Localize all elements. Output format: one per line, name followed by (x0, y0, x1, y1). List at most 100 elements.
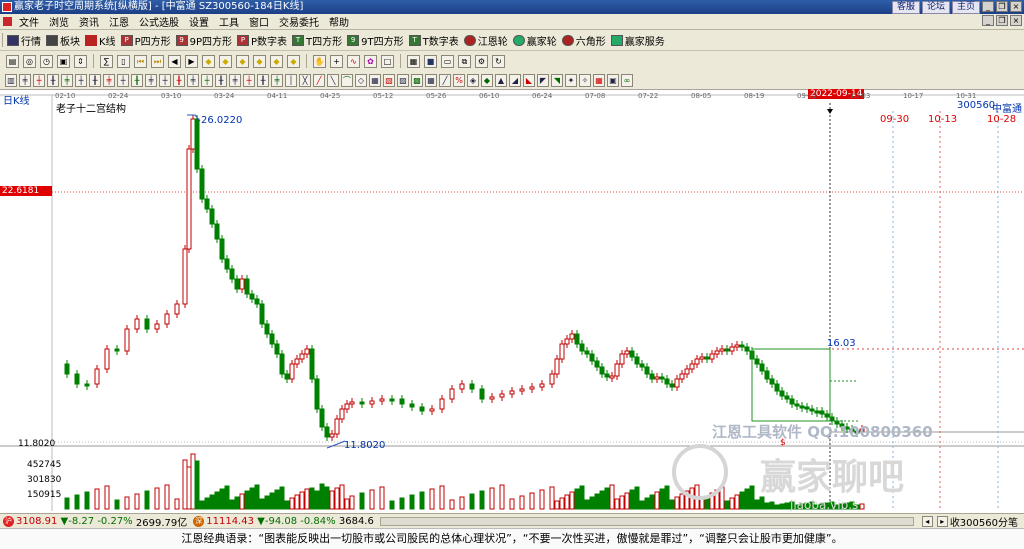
mdi-close-icon[interactable]: × (1010, 15, 1022, 26)
t-number-table-button[interactable]: T T数字表 (408, 33, 459, 48)
draw-tool-icon[interactable]: ╱ (313, 73, 325, 87)
9p-square-button[interactable]: 9 9P四方形 (175, 33, 232, 48)
draw-tool-icon[interactable]: ◥ (551, 73, 563, 87)
status-scrollbar[interactable] (379, 517, 914, 526)
draw-tool-icon[interactable]: ┼ (33, 73, 45, 87)
calc-icon[interactable]: ∑ (100, 54, 113, 68)
menu-tools[interactable]: 工具 (214, 14, 244, 29)
draw-tool-icon[interactable]: ╫ (89, 73, 101, 87)
arrow-icon[interactable]: ⇕ (74, 54, 87, 68)
draw-tool-icon[interactable]: ◤ (537, 73, 549, 87)
diamond-icon[interactable]: ◆ (219, 54, 232, 68)
draw-tool-icon[interactable]: ╪ (61, 73, 73, 87)
draw-tool-icon[interactable]: ▧ (383, 73, 395, 87)
draw-tool-icon[interactable]: ⌒ (341, 73, 353, 87)
draw-tool-icon[interactable]: ▣ (607, 73, 619, 87)
diamond-icon[interactable]: ◆ (270, 54, 283, 68)
window-icon[interactable]: ▭ (441, 54, 454, 68)
draw-tool-icon[interactable]: ▦ (369, 73, 381, 87)
history-icon[interactable]: ◷ (40, 54, 53, 68)
p-number-table-button[interactable]: P P数字表 (237, 33, 287, 48)
draw-tool-icon[interactable]: ╪ (145, 73, 157, 87)
winner-service-button[interactable]: 赢家服务 (610, 33, 665, 48)
draw-tool-icon[interactable]: ▩ (411, 73, 423, 87)
homepage-link[interactable]: 主页 (951, 1, 980, 14)
zoom-icon[interactable]: ◎ (23, 54, 36, 68)
close-icon[interactable]: × (1010, 1, 1022, 12)
draw-tool-icon[interactable]: % (453, 73, 465, 87)
draw-tool-icon[interactable]: ╪ (187, 73, 199, 87)
layout-icon[interactable]: ▤ (6, 54, 19, 68)
draw-tool-icon[interactable]: ╫ (173, 73, 185, 87)
refresh-icon[interactable]: ↻ (492, 54, 505, 68)
box-icon[interactable]: □ (381, 54, 394, 68)
draw-tool-icon[interactable]: ╲ (327, 73, 339, 87)
draw-tool-icon[interactable]: ∞ (621, 73, 633, 87)
draw-tool-icon[interactable]: ▲ (495, 73, 507, 87)
app-menu-icon[interactable] (3, 17, 12, 26)
kline-button[interactable]: K线 (85, 33, 116, 48)
draw-tool-icon[interactable]: ╪ (19, 73, 31, 87)
menu-help[interactable]: 帮助 (324, 14, 354, 29)
menu-gann[interactable]: 江恩 (104, 14, 134, 29)
diamond-icon[interactable]: ◆ (202, 54, 215, 68)
p-square-button[interactable]: P P四方形 (120, 33, 171, 48)
draw-tool-icon[interactable]: ▦ (425, 73, 437, 87)
draw-tool-icon[interactable]: ┼ (243, 73, 255, 87)
draw-tool-icon[interactable]: ✦ (565, 73, 577, 87)
hand-icon[interactable]: ✋ (313, 54, 326, 68)
draw-tool-icon[interactable]: ✧ (579, 73, 591, 87)
last-icon[interactable]: ⏭ (151, 54, 164, 68)
service-link[interactable]: 客服 (891, 1, 920, 14)
menu-info[interactable]: 资讯 (74, 14, 104, 29)
mdi-minimize-icon[interactable]: _ (982, 15, 994, 26)
draw-tool-icon[interactable]: ┼ (159, 73, 171, 87)
lock-icon[interactable]: ▣ (57, 54, 70, 68)
draw-tool-icon[interactable]: ╪ (229, 73, 241, 87)
status-scroll-right-icon[interactable]: ▸ (936, 516, 948, 527)
restore-icon[interactable]: ❐ (996, 1, 1008, 12)
diamond-icon[interactable]: ◆ (253, 54, 266, 68)
draw-tool-icon[interactable]: ╫ (47, 73, 59, 87)
draw-tool-icon[interactable]: ◆ (481, 73, 493, 87)
mdi-restore-icon[interactable]: ❐ (996, 15, 1008, 26)
9t-square-button[interactable]: 9 9T四方形 (347, 33, 404, 48)
draw-tool-icon[interactable]: ╪ (103, 73, 115, 87)
menu-browse[interactable]: 浏览 (44, 14, 74, 29)
draw-tool-icon[interactable]: ┼ (201, 73, 213, 87)
draw-tool-icon[interactable]: │ (285, 73, 297, 87)
sector-button[interactable]: 板块 (46, 33, 80, 48)
hexagon-button[interactable]: 六角形 (561, 33, 606, 48)
diamond-icon[interactable]: ◆ (236, 54, 249, 68)
winner-wheel-button[interactable]: 赢家轮 (512, 33, 557, 48)
draw-tool-icon[interactable]: ┼ (117, 73, 129, 87)
forum-link[interactable]: 论坛 (921, 1, 950, 14)
quotes-button[interactable]: 行情 (7, 33, 41, 48)
draw-tool-icon[interactable]: ◇ (355, 73, 367, 87)
menu-trade[interactable]: 交易委托 (274, 14, 324, 29)
cross-icon[interactable]: + (330, 54, 343, 68)
link-icon[interactable]: ⧉ (458, 54, 471, 68)
draw-tool-icon[interactable]: ◈ (467, 73, 479, 87)
draw-tool-icon[interactable]: ╫ (215, 73, 227, 87)
t-square-button[interactable]: T T四方形 (292, 33, 342, 48)
right-icon[interactable]: ▶ (185, 54, 198, 68)
draw-tool-icon[interactable]: ╫ (131, 73, 143, 87)
save-icon[interactable]: ■ (424, 54, 437, 68)
calendar-icon[interactable]: ▦ (407, 54, 420, 68)
chart-icon[interactable]: ✿ (364, 54, 377, 68)
draw-tool-icon[interactable]: ╳ (299, 73, 311, 87)
settings-icon[interactable]: ⚙ (475, 54, 488, 68)
menu-file[interactable]: 文件 (14, 14, 44, 29)
menu-settings[interactable]: 设置 (184, 14, 214, 29)
status-scroll-left-icon[interactable]: ◂ (921, 516, 933, 527)
draw-tool-icon[interactable]: ┼ (75, 73, 87, 87)
draw-tool-icon[interactable]: ╫ (257, 73, 269, 87)
draw-tool-icon[interactable]: ▦ (593, 73, 605, 87)
minimize-icon[interactable]: _ (982, 1, 994, 12)
diamond-icon[interactable]: ◆ (287, 54, 300, 68)
first-icon[interactable]: ⏮ (134, 54, 147, 68)
menu-formula[interactable]: 公式选股 (134, 14, 184, 29)
draw-tool-icon[interactable]: ╪ (271, 73, 283, 87)
draw-tool-icon[interactable]: ╱ (439, 73, 451, 87)
